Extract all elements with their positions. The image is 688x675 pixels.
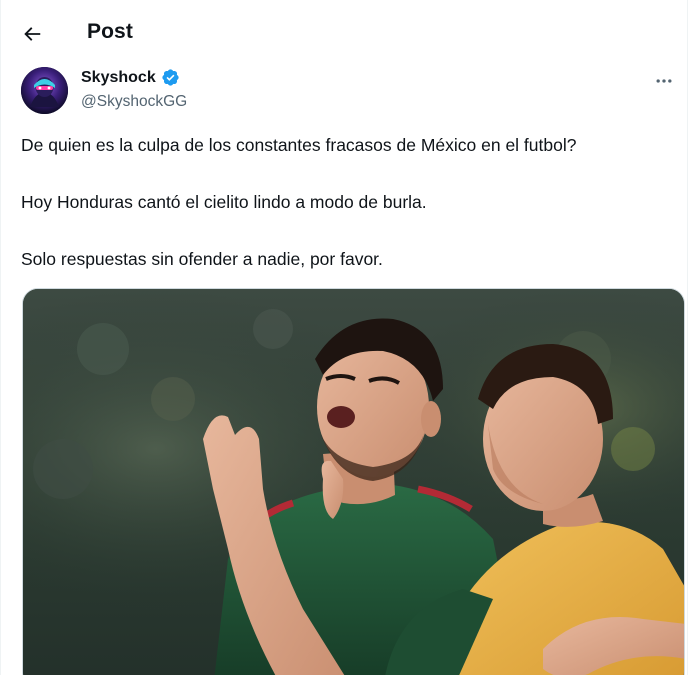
tweet-text-line: Hoy Honduras cantó el cielito lindo a mo… [21,192,427,212]
tweet-text-line: Solo respuestas sin ofender a nadie, por… [21,249,383,269]
tweet-photo[interactable] [22,288,685,675]
back-button[interactable] [15,17,49,51]
post-header: Post [1,0,687,64]
post-view: Post Skyshock @SkyshockGG De quien es la… [0,0,688,675]
author-name-row[interactable]: Skyshock [81,68,180,87]
page-title: Post [87,20,133,43]
tweet-text-line: De quien es la culpa de los constantes f… [21,135,577,155]
author-handle[interactable]: @SkyshockGG [81,93,187,111]
verified-badge-icon [162,69,179,86]
author-name[interactable]: Skyshock [81,69,156,87]
avatar-image [21,67,68,114]
photo-players-image [23,289,684,675]
more-horizontal-icon [656,79,672,83]
more-options-button[interactable] [649,66,679,96]
arrow-left-icon [24,27,41,41]
avatar[interactable] [21,67,68,114]
